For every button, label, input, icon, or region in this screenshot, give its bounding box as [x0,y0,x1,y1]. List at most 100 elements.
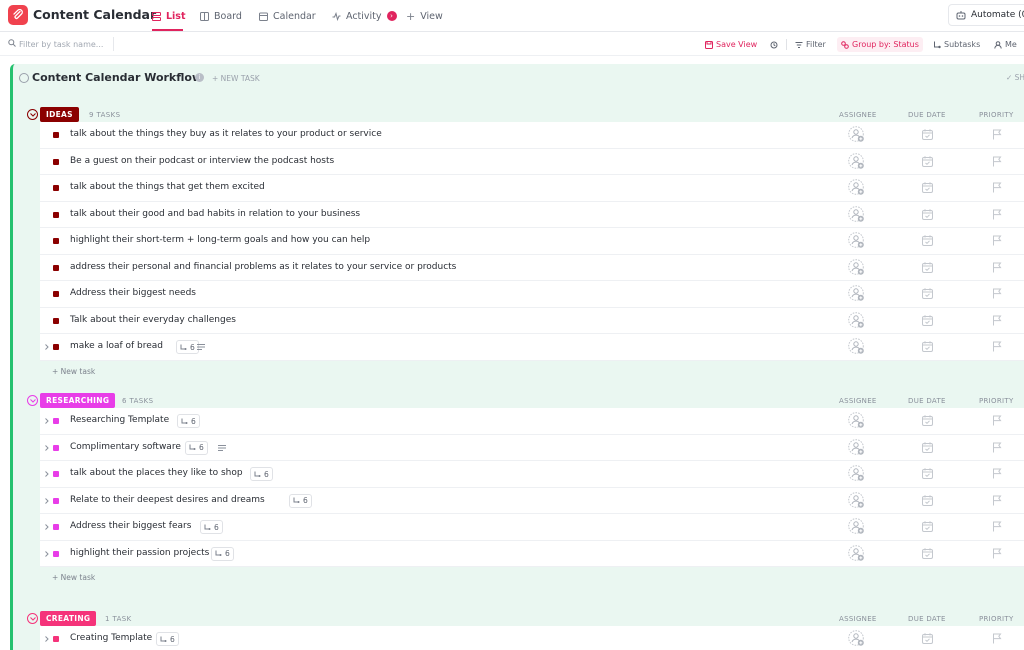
priority-flag-icon[interactable] [992,495,1002,509]
task-row[interactable]: Researching Template 6 [40,408,1024,435]
subtask-count-badge[interactable]: 6 [156,632,179,646]
expand-chevron-icon[interactable] [44,444,50,452]
task-row[interactable]: Be a guest on their podcast or interview… [40,149,1024,175]
search-input[interactable] [19,37,114,51]
subtask-count-badge[interactable]: 6 [177,414,200,428]
due-date-icon[interactable] [922,182,933,196]
status-dot-icon[interactable] [53,291,59,297]
column-header-priority[interactable]: PRIORITY [979,397,1014,405]
add-assignee-icon[interactable] [848,179,864,195]
status-dot-icon[interactable] [53,317,59,324]
task-row[interactable]: Address their biggest fears 6 [40,514,1024,541]
task-row[interactable]: talk about the places they like to shop 6 [40,461,1024,488]
due-date-icon[interactable] [922,261,933,276]
priority-flag-icon[interactable] [992,262,1002,276]
task-row[interactable]: talk about the things that get them exci… [40,175,1024,202]
task-name[interactable]: Researching Template [70,415,169,425]
subtask-count-badge[interactable]: 6 [289,493,312,508]
expand-chevron-icon[interactable] [44,550,50,558]
task-row[interactable]: Address their biggest needs [40,281,1024,308]
task-row[interactable]: highlight their short-term + long-term g… [40,228,1024,255]
expand-chevron-icon[interactable] [44,417,50,425]
subtask-count-badge[interactable]: 6 [250,467,273,481]
due-date-icon[interactable] [922,129,933,143]
subtask-count-badge[interactable]: 6 [176,340,199,354]
due-date-icon[interactable] [922,521,933,535]
new-task-button[interactable]: + New task [52,573,95,582]
add-assignee-icon[interactable] [848,205,864,222]
add-assignee-icon[interactable] [848,232,864,248]
task-row[interactable]: highlight their passion projects 6 [40,541,1024,567]
add-assignee-icon[interactable] [848,258,864,275]
automate-button[interactable]: Automate (0) [948,4,1024,26]
due-date-icon[interactable] [922,415,933,429]
filter-button[interactable]: Filter [795,38,826,51]
priority-flag-icon[interactable] [992,129,1002,143]
column-header-assignee[interactable]: ASSIGNEE [839,397,877,405]
due-date-icon[interactable] [922,208,933,223]
status-badge[interactable]: RESEARCHING [40,393,116,408]
priority-flag-icon[interactable] [992,548,1002,562]
tab-list[interactable]: List [152,8,186,24]
add-assignee-icon[interactable] [848,491,864,508]
expand-chevron-icon[interactable] [44,497,50,505]
save-view-button[interactable]: Save View [705,38,757,51]
status-dot-icon[interactable] [53,497,59,504]
due-date-icon[interactable] [922,494,933,509]
column-header-priority[interactable]: PRIORITY [979,615,1014,623]
add-view-button[interactable]: + View [406,8,443,24]
priority-flag-icon[interactable] [992,235,1002,249]
due-date-icon[interactable] [922,633,933,647]
priority-flag-icon[interactable] [992,156,1002,170]
task-name[interactable]: address their personal and financial pro… [70,262,456,272]
group-by-button[interactable]: Group by: Status [837,37,923,52]
task-name[interactable]: talk about the places they like to shop [70,468,243,478]
priority-flag-icon[interactable] [992,442,1002,456]
add-assignee-icon[interactable] [848,544,864,561]
status-dot-icon[interactable] [53,444,59,451]
due-date-icon[interactable] [922,288,933,302]
priority-flag-icon[interactable] [992,415,1002,429]
collapse-workflow-icon[interactable] [19,73,29,83]
due-date-icon[interactable] [922,468,933,482]
priority-flag-icon[interactable] [992,341,1002,355]
status-dot-icon[interactable] [53,264,59,271]
new-task-button[interactable]: + New task [52,367,95,376]
task-name[interactable]: Address their biggest needs [70,288,196,298]
status-dot-icon[interactable] [53,418,59,424]
priority-flag-icon[interactable] [992,468,1002,482]
expand-chevron-icon[interactable] [44,343,50,351]
priority-flag-icon[interactable] [992,315,1002,329]
tab-activity[interactable]: Activity › [332,8,397,24]
task-row[interactable]: address their personal and financial pro… [40,255,1024,281]
task-name[interactable]: talk about the things they buy as it rel… [70,129,382,139]
me-filter-button[interactable]: Me [994,38,1017,51]
column-header-due-date[interactable]: DUE DATE [908,615,946,623]
status-dot-icon[interactable] [53,132,59,138]
task-row[interactable]: make a loaf of bread 6 [40,334,1024,361]
priority-flag-icon[interactable] [992,288,1002,302]
due-date-icon[interactable] [922,547,933,562]
due-date-icon[interactable] [922,235,933,249]
history-button[interactable] [770,38,778,51]
add-assignee-icon[interactable] [848,465,864,481]
task-row[interactable]: Talk about their everyday challenges [40,308,1024,334]
task-name[interactable]: Relate to their deepest desires and drea… [70,495,265,505]
task-row[interactable]: Creating Template 6 [40,626,1024,650]
tab-calendar[interactable]: Calendar [259,8,316,24]
task-row[interactable]: talk about their good and bad habits in … [40,202,1024,228]
status-dot-icon[interactable] [53,471,59,477]
status-dot-icon[interactable] [53,158,59,165]
priority-flag-icon[interactable] [992,521,1002,535]
status-badge[interactable]: IDEAS [40,107,79,122]
status-dot-icon[interactable] [53,550,59,557]
status-badge[interactable]: CREATING [40,611,97,626]
status-dot-icon[interactable] [53,344,59,350]
subtasks-button[interactable]: Subtasks [933,38,980,51]
activity-badge-icon[interactable]: › [386,11,397,21]
due-date-icon[interactable] [922,441,933,456]
column-header-due-date[interactable]: DUE DATE [908,397,946,405]
task-row[interactable]: talk about the things they buy as it rel… [40,122,1024,149]
task-name[interactable]: Creating Template [70,633,152,643]
add-assignee-icon[interactable] [848,518,864,534]
